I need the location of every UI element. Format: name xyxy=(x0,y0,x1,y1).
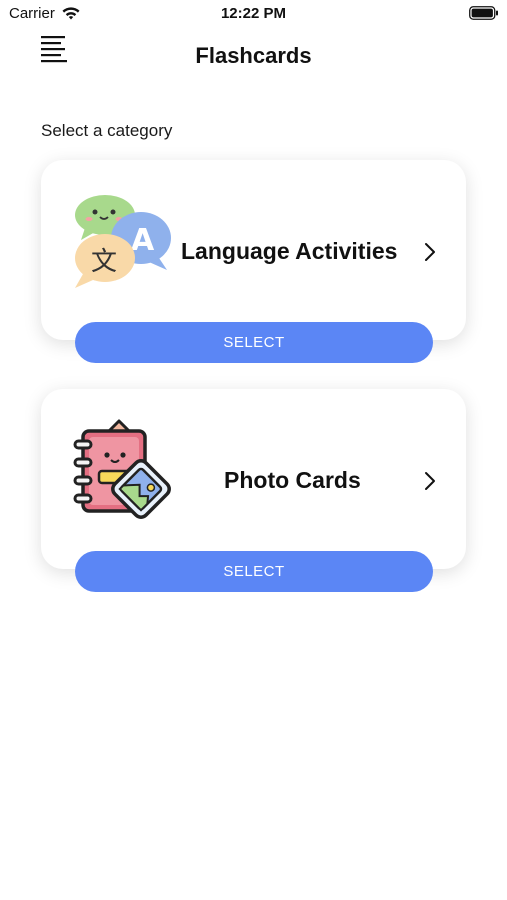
section-label: Select a category xyxy=(41,121,173,140)
page-title: Flashcards xyxy=(195,43,312,68)
category-label: Photo Cards xyxy=(224,467,361,493)
status-bar: Carrier 12:22 PM xyxy=(0,0,507,28)
language-speech-bubbles-icon: A 文 xyxy=(75,195,171,288)
clock: 12:22 PM xyxy=(220,5,287,22)
svg-text:文: 文 xyxy=(91,247,117,277)
category-label: Language Activities xyxy=(181,238,398,264)
photo-notebook-icon xyxy=(73,419,171,519)
select-button-photo-cards[interactable]: SELECT xyxy=(75,551,433,592)
category-card-language-activities[interactable]: A 文 Language Activities xyxy=(41,160,466,340)
select-button-language-activities[interactable]: SELECT xyxy=(75,322,433,363)
category-card-photo-cards[interactable]: Photo Cards xyxy=(41,389,466,569)
battery-icon xyxy=(469,6,498,20)
svg-text:A: A xyxy=(131,223,155,258)
chevron-right-icon xyxy=(425,472,435,490)
chevron-right-icon xyxy=(425,243,435,261)
